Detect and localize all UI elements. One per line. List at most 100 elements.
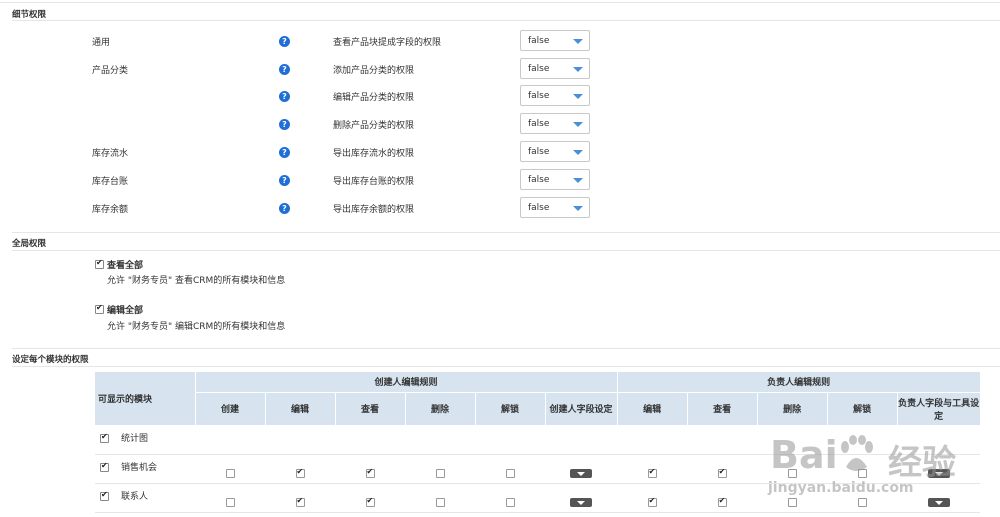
- edit-all-description: 允许 "财务专员" 编辑CRM的所有模块和信息: [107, 322, 286, 332]
- table-cell: [687, 483, 758, 513]
- permission-select[interactable]: false: [520, 141, 590, 162]
- baidu-watermark: Bai 经验 jingyan.baidu.com: [760, 425, 1000, 517]
- help-icon[interactable]: ?: [279, 36, 290, 47]
- chevron-down-icon: [573, 94, 583, 99]
- permission-checkbox[interactable]: [295, 496, 305, 507]
- table-cell: [475, 425, 545, 455]
- permission-checkbox[interactable]: [717, 496, 727, 507]
- select-value: false: [528, 36, 550, 46]
- divider: [12, 348, 1000, 349]
- table-cell: [687, 454, 758, 484]
- table-cell: [617, 483, 688, 513]
- view-all-description: 允许 "财务专员" 查看CRM的所有模块和信息: [107, 276, 286, 286]
- permission-label: 编辑产品分类的权限: [333, 93, 415, 103]
- permission-label: 查看产品块提成字段的权限: [333, 38, 442, 48]
- table-cell: [617, 454, 688, 484]
- permission-checkbox[interactable]: [365, 496, 375, 507]
- permission-checkbox[interactable]: [365, 467, 375, 478]
- help-icon[interactable]: ?: [279, 91, 290, 102]
- help-icon[interactable]: ?: [279, 175, 290, 186]
- col-header-create: 创建: [195, 392, 266, 426]
- field-settings-dropdown-button[interactable]: [570, 468, 593, 478]
- permission-checkbox[interactable]: [225, 497, 235, 507]
- help-icon[interactable]: ?: [279, 203, 290, 214]
- table-cell: [545, 425, 618, 455]
- module-enable-checkbox[interactable]: [100, 490, 109, 501]
- permission-select[interactable]: false: [520, 113, 590, 134]
- table-cell: [265, 454, 335, 484]
- permission-label: 删除产品分类的权限: [333, 121, 415, 131]
- module-name: 联系人: [121, 491, 149, 502]
- table-cell: [265, 425, 335, 455]
- permission-select[interactable]: false: [520, 85, 590, 106]
- permission-label: 导出库存台账的权限: [333, 177, 415, 187]
- category-label: 通用: [92, 38, 111, 48]
- permission-checkbox[interactable]: [505, 468, 515, 478]
- permission-checkbox[interactable]: [295, 467, 305, 478]
- col-header-creator-fields: 创建人字段设定: [545, 392, 618, 426]
- permission-select[interactable]: false: [520, 169, 590, 190]
- table-cell: [335, 483, 405, 513]
- chevron-down-icon: [573, 178, 583, 183]
- module-cell: 统计图: [95, 425, 195, 455]
- category-label: 库存台账: [92, 177, 129, 187]
- table-cell: [405, 454, 475, 484]
- col-header-module: 可显示的模块: [95, 372, 196, 426]
- col-header-delete: 删除: [405, 392, 476, 426]
- category-label: 库存流水: [92, 149, 129, 159]
- permission-label: 导出库存流水的权限: [333, 149, 415, 159]
- watermark-url: jingyan.baidu.com: [768, 480, 914, 496]
- module-cell: 销售机会: [95, 454, 195, 484]
- help-icon[interactable]: ?: [279, 64, 290, 75]
- permission-checkbox[interactable]: [647, 496, 657, 507]
- help-icon[interactable]: ?: [279, 119, 290, 130]
- edit-all-checkbox[interactable]: [95, 303, 104, 314]
- divider: [12, 250, 1000, 251]
- table-cell: [617, 425, 688, 455]
- permission-checkbox[interactable]: [717, 467, 727, 478]
- col-header-unlock: 解锁: [475, 392, 546, 426]
- category-label: 库存余额: [92, 205, 129, 215]
- chevron-down-icon: [573, 67, 583, 72]
- table-cell: [195, 425, 265, 455]
- select-value: false: [528, 91, 550, 101]
- select-value: false: [528, 119, 550, 129]
- view-all-checkbox[interactable]: [95, 258, 104, 269]
- col-header-owner-delete: 删除: [757, 392, 828, 426]
- table-cell: [195, 483, 265, 513]
- table-cell: [475, 483, 545, 513]
- modules-section-title: 设定每个模块的权限: [12, 355, 89, 365]
- permission-checkbox[interactable]: [435, 497, 445, 507]
- permission-checkbox[interactable]: [435, 468, 445, 478]
- col-group-owner: 负责人编辑规则: [617, 372, 981, 393]
- col-header-view: 查看: [335, 392, 406, 426]
- permission-label: 添加产品分类的权限: [333, 66, 415, 76]
- module-enable-checkbox[interactable]: [100, 432, 109, 443]
- permission-select[interactable]: false: [520, 197, 590, 218]
- field-settings-dropdown-button[interactable]: [570, 497, 593, 507]
- chevron-down-icon: [573, 39, 583, 44]
- permission-checkbox[interactable]: [505, 497, 515, 507]
- col-header-owner-edit: 编辑: [617, 392, 688, 426]
- top-border: [0, 0, 1000, 3]
- permission-checkbox[interactable]: [225, 468, 235, 478]
- permission-select[interactable]: false: [520, 30, 590, 51]
- module-name: 统计图: [121, 433, 149, 444]
- select-value: false: [528, 64, 550, 74]
- divider: [12, 20, 1000, 21]
- global-section-title: 全局权限: [12, 239, 47, 249]
- module-enable-checkbox[interactable]: [100, 461, 109, 472]
- category-label: 产品分类: [92, 66, 129, 76]
- watermark-brand: Bai: [770, 433, 838, 477]
- select-value: false: [528, 203, 550, 213]
- chevron-down-icon: [573, 206, 583, 211]
- permission-select[interactable]: false: [520, 58, 590, 79]
- table-cell: [687, 425, 758, 455]
- watermark-brand-cn: 经验: [888, 443, 956, 483]
- edit-all-label: 编辑全部: [107, 306, 144, 316]
- chevron-down-icon: [573, 150, 583, 155]
- table-cell: [545, 454, 618, 484]
- permission-checkbox[interactable]: [647, 467, 657, 478]
- table-cell: [405, 425, 475, 455]
- help-icon[interactable]: ?: [279, 147, 290, 158]
